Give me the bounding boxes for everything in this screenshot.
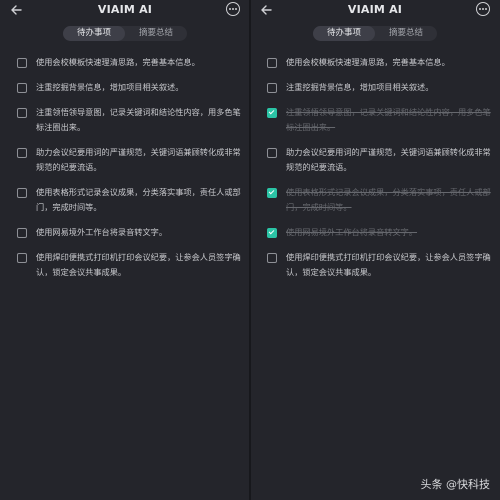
todo-item-text: 注重领悟领导意图，记录关键词和结论性内容，用多色笔标注圈出来。 xyxy=(286,107,491,132)
checkbox-icon[interactable] xyxy=(17,148,27,158)
todo-item[interactable]: 使用焊印便携式打印机打印会议纪要，让参会人员签字确认，锁定会议共事成果。 xyxy=(250,250,500,280)
todo-item[interactable]: 助力会议纪要用词的严谨规范，关键词语兼顾转化成非常规范的纪要流语。 xyxy=(0,145,250,175)
todo-item-text: 使用表格形式记录会议成果，分类落实事项，责任人或部门，完成时间等。 xyxy=(286,187,491,212)
checkbox-icon[interactable] xyxy=(17,58,27,68)
app-title: VIAIM AI xyxy=(97,3,153,16)
segmented-tabs: 待办事项 摘要总结 xyxy=(63,26,187,41)
todo-item[interactable]: 注重领悟领导意图，记录关键词和结论性内容，用多色笔标注圈出来。 xyxy=(0,105,250,135)
header: VIAIM AI xyxy=(0,0,250,22)
checkbox-icon[interactable] xyxy=(17,253,27,263)
tab-todo[interactable]: 待办事项 xyxy=(313,26,375,41)
tab-todo[interactable]: 待办事项 xyxy=(63,26,125,41)
checkbox-icon[interactable] xyxy=(17,83,27,93)
todo-item-text: 使用焊印便携式打印机打印会议纪要，让参会人员签字确认，锁定会议共事成果。 xyxy=(36,252,241,277)
watermark: 头条 @快科技 xyxy=(420,478,491,491)
header: VIAIM AI xyxy=(250,0,500,22)
left-screen: VIAIM AI 待办事项 摘要总结 使用会校模板快速理清思路，完善基本信息。注… xyxy=(0,0,250,500)
more-options-icon[interactable] xyxy=(226,2,240,16)
todo-item-text: 使用表格形式记录会议成果，分类落实事项，责任人或部门，完成时间等。 xyxy=(36,187,241,212)
todo-item-text: 使用会校模板快速理清思路，完善基本信息。 xyxy=(36,57,200,67)
checkbox-icon[interactable] xyxy=(267,253,277,263)
checkbox-icon[interactable] xyxy=(267,83,277,93)
checkbox-icon[interactable] xyxy=(17,228,27,238)
todo-item-text: 注重挖掘背景信息，增加项目相关叙述。 xyxy=(286,82,434,92)
tab-summary[interactable]: 摘要总结 xyxy=(375,26,437,41)
todo-item[interactable]: 注重挖掘背景信息，增加项目相关叙述。 xyxy=(0,80,250,95)
todo-item[interactable]: 使用会校模板快速理清思路，完善基本信息。 xyxy=(0,55,250,70)
checkbox-icon[interactable] xyxy=(267,148,277,158)
todo-item-text: 使用会校模板快速理清思路，完善基本信息。 xyxy=(286,57,450,67)
app-title: VIAIM AI xyxy=(347,3,403,16)
todo-item[interactable]: 使用表格形式记录会议成果，分类落实事项，责任人或部门，完成时间等。 xyxy=(250,185,500,215)
todo-item[interactable]: 使用焊印便携式打印机打印会议纪要，让参会人员签字确认，锁定会议共事成果。 xyxy=(0,250,250,280)
todo-item[interactable]: 注重挖掘背景信息，增加项目相关叙述。 xyxy=(250,80,500,95)
todo-item-text: 使用网易境外工作台将录音转文字。 xyxy=(286,227,418,237)
checkbox-checked-icon[interactable] xyxy=(267,228,277,238)
todo-item[interactable]: 使用会校模板快速理清思路，完善基本信息。 xyxy=(250,55,500,70)
checkbox-checked-icon[interactable] xyxy=(267,108,277,118)
checkbox-icon[interactable] xyxy=(267,58,277,68)
tab-summary[interactable]: 摘要总结 xyxy=(125,26,187,41)
todo-item-text: 助力会议纪要用词的严谨规范，关键词语兼顾转化成非常规范的纪要流语。 xyxy=(286,147,491,172)
checkbox-icon[interactable] xyxy=(17,188,27,198)
todo-item[interactable]: 使用表格形式记录会议成果，分类落实事项，责任人或部门，完成时间等。 xyxy=(0,185,250,215)
todo-item[interactable]: 使用网易境外工作台将录音转文字。 xyxy=(0,225,250,240)
screen-divider xyxy=(249,0,251,500)
checkbox-checked-icon[interactable] xyxy=(267,188,277,198)
right-screen: VIAIM AI 待办事项 摘要总结 使用会校模板快速理清思路，完善基本信息。注… xyxy=(250,0,500,500)
todo-list: 使用会校模板快速理清思路，完善基本信息。 注重挖掘背景信息，增加项目相关叙述。注重… xyxy=(250,55,500,290)
todo-item-text: 注重挖掘背景信息，增加项目相关叙述。 xyxy=(36,82,184,92)
todo-item[interactable]: 使用网易境外工作台将录音转文字。 xyxy=(250,225,500,240)
todo-item-text: 助力会议纪要用词的严谨规范，关键词语兼顾转化成非常规范的纪要流语。 xyxy=(36,147,241,172)
todo-item-text: 注重领悟领导意图，记录关键词和结论性内容，用多色笔标注圈出来。 xyxy=(36,107,241,132)
todo-item[interactable]: 注重领悟领导意图，记录关键词和结论性内容，用多色笔标注圈出来。 xyxy=(250,105,500,135)
todo-item-text: 使用网易境外工作台将录音转文字。 xyxy=(36,227,168,237)
checkbox-icon[interactable] xyxy=(17,108,27,118)
todo-list: 使用会校模板快速理清思路，完善基本信息。 注重挖掘背景信息，增加项目相关叙述。注重… xyxy=(0,55,250,290)
segmented-tabs: 待办事项 摘要总结 xyxy=(313,26,437,41)
todo-item[interactable]: 助力会议纪要用词的严谨规范，关键词语兼顾转化成非常规范的纪要流语。 xyxy=(250,145,500,175)
todo-item-text: 使用焊印便携式打印机打印会议纪要，让参会人员签字确认，锁定会议共事成果。 xyxy=(286,252,491,277)
more-options-icon[interactable] xyxy=(476,2,490,16)
